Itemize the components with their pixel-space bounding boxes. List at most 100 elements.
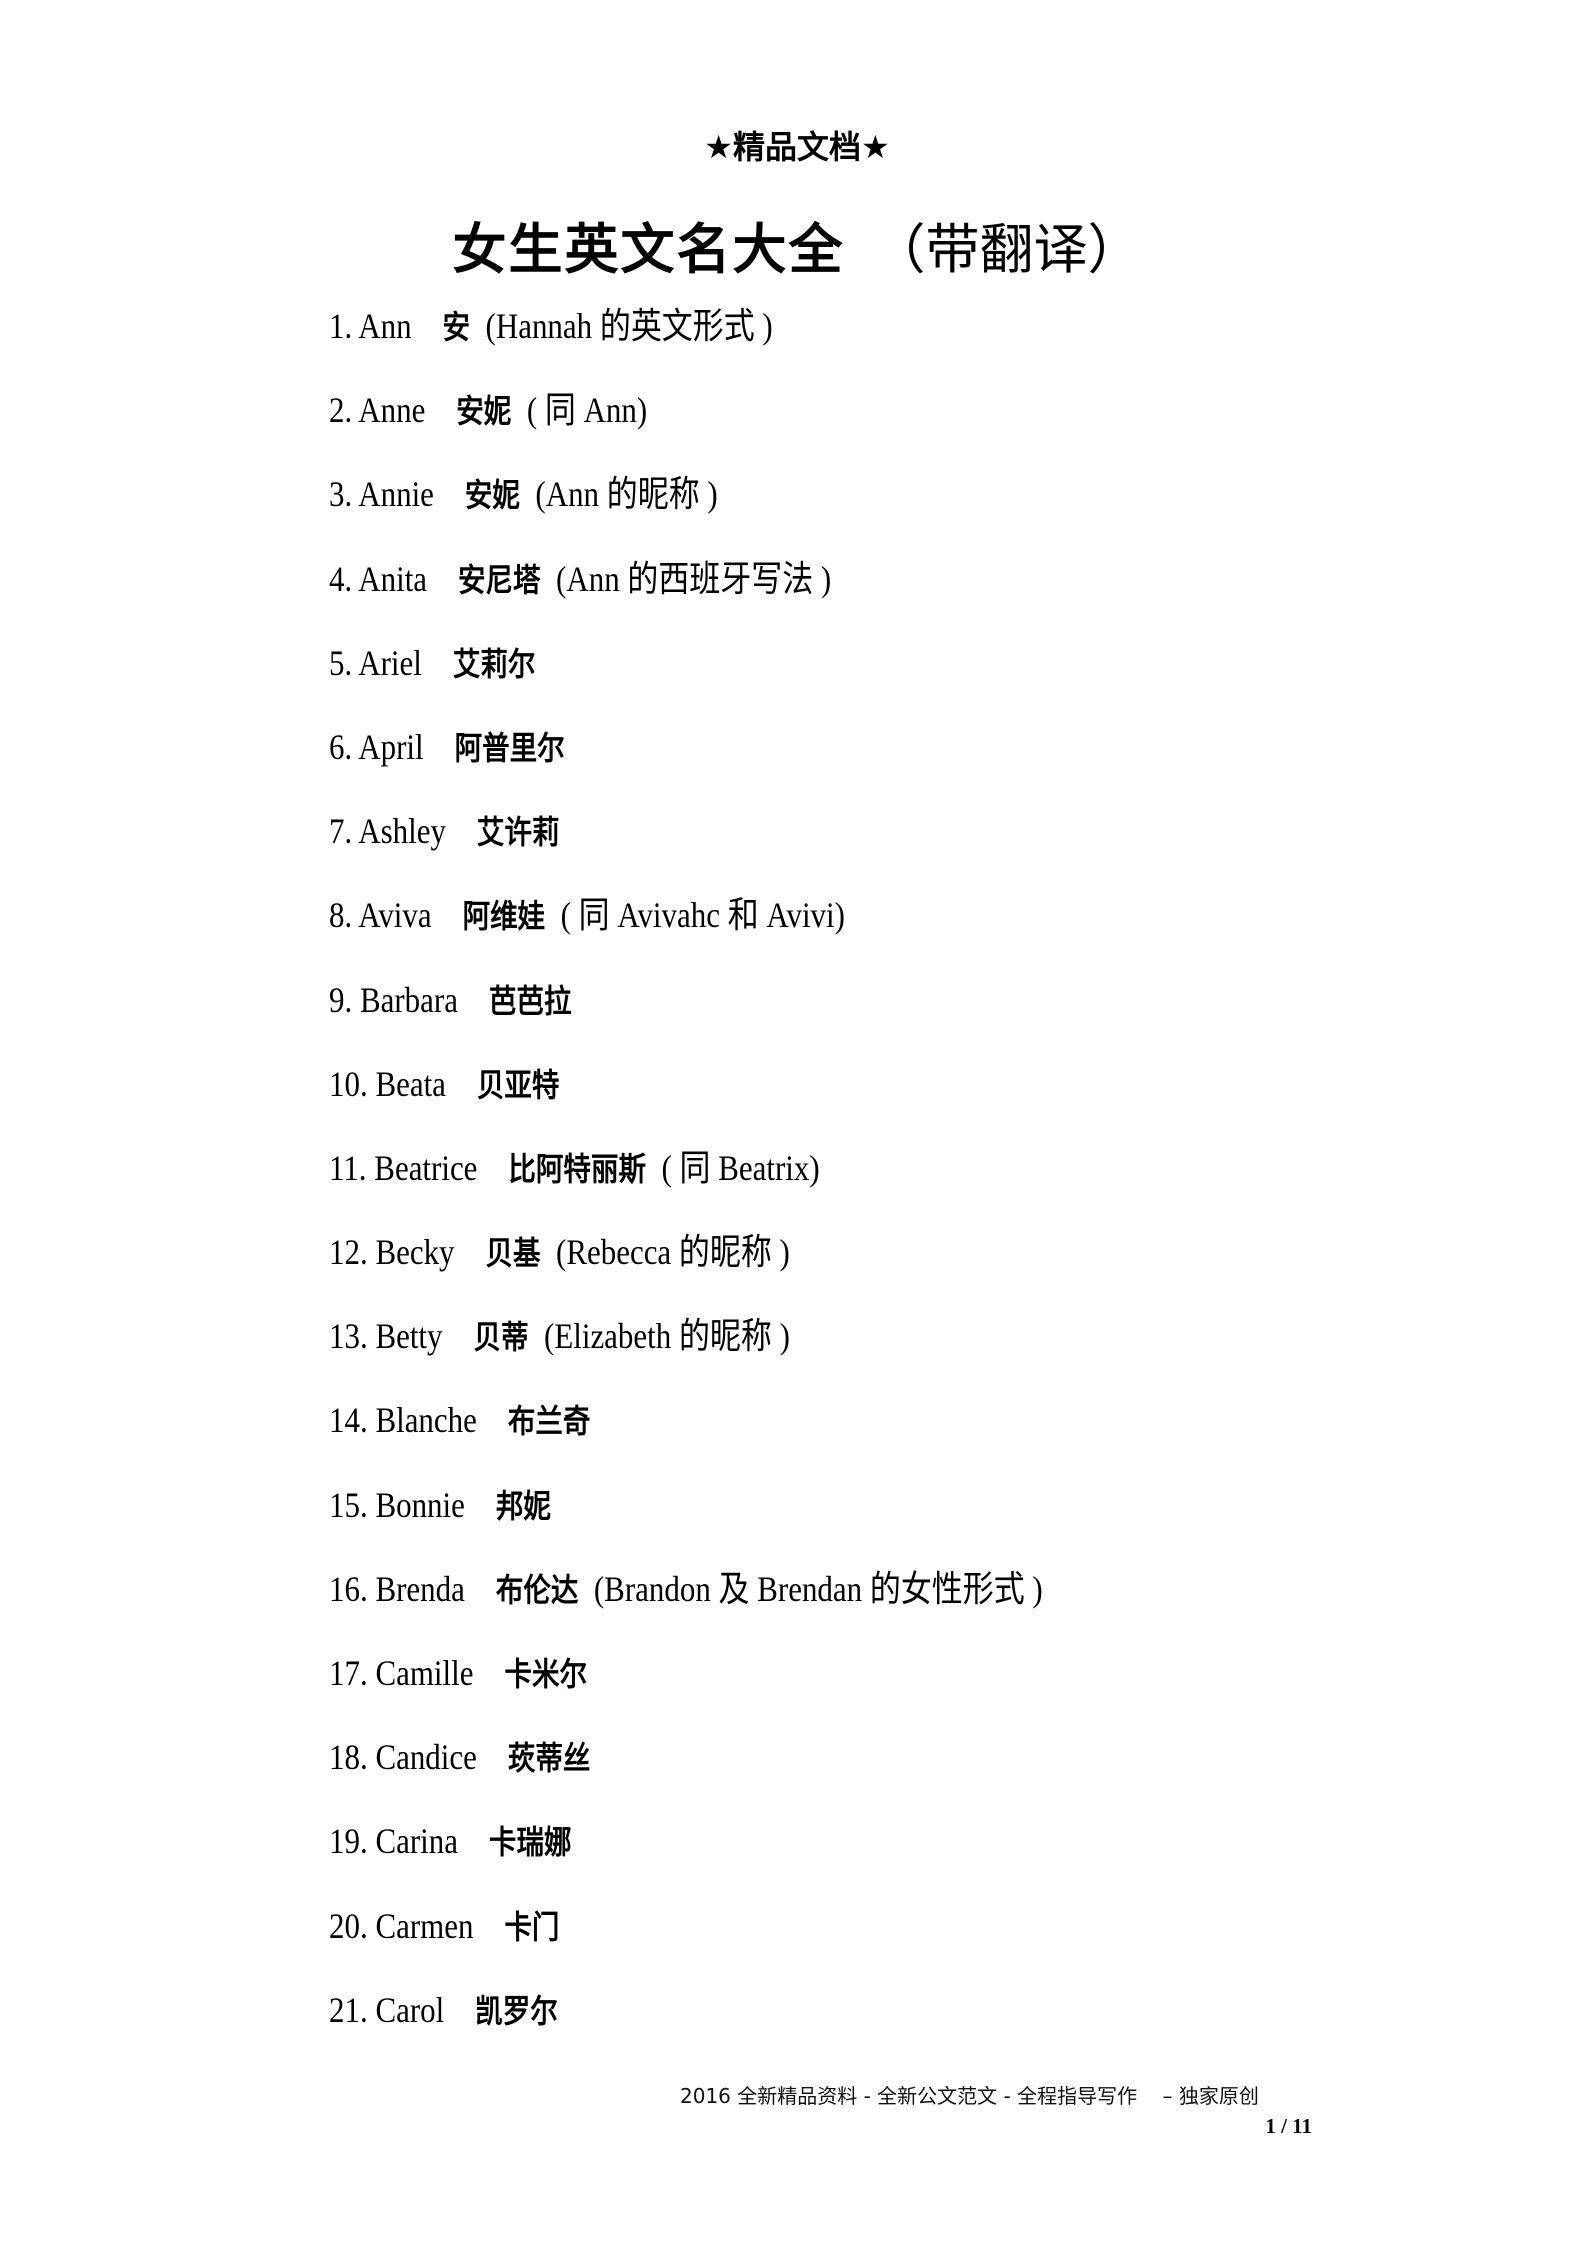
list-item: 17. Camille 卡米尔	[329, 1647, 1043, 1731]
list-item: 18. Candice 莰蒂丝	[329, 1731, 1043, 1815]
english-name: Ann	[358, 306, 412, 346]
list-item: 11. Beatrice 比阿特丽斯 ( 同 Beatrix)	[329, 1142, 1043, 1226]
item-number: 7.	[329, 811, 353, 852]
name-note: ( 同 Ann)	[526, 390, 648, 431]
chinese-name: 布伦达	[495, 1570, 579, 1609]
chinese-name: 凯罗尔	[475, 1991, 558, 2030]
chinese-name: 布兰奇	[507, 1402, 591, 1441]
name-note: (Elizabeth 的昵称 )	[544, 1316, 790, 1357]
item-number: 3.	[329, 474, 353, 515]
english-name: Anita	[358, 558, 428, 599]
english-name: Carmen	[375, 1905, 474, 1946]
title-main: 女生英文名大全	[452, 218, 845, 281]
chinese-name: 阿维娃	[462, 897, 546, 936]
name-note: ( 同 Beatrix)	[661, 1147, 820, 1188]
page-title: 女生英文名大全 （带翻译）	[0, 205, 1594, 284]
chinese-name: 贝蒂	[473, 1318, 529, 1357]
list-item: 14. Blanche 布兰奇	[329, 1394, 1043, 1478]
list-item: 3. Annie 安妮 (Ann 的昵称 )	[329, 468, 1043, 552]
list-item: 5. Ariel 艾莉尔	[329, 637, 1043, 721]
list-item: 8. Aviva 阿维娃 ( 同 Avivahc 和 Avivi)	[329, 889, 1043, 973]
item-number: 2.	[329, 390, 353, 431]
english-name: Annie	[358, 474, 434, 515]
item-number: 13.	[329, 1316, 368, 1357]
english-name: Anne	[358, 390, 426, 431]
list-item: 21. Carol 凯罗尔	[329, 1984, 1043, 2068]
english-name: Betty	[375, 1316, 443, 1357]
english-name: April	[358, 726, 424, 767]
item-number: 5.	[329, 642, 353, 683]
item-number: 4.	[329, 558, 353, 599]
item-number: 9.	[329, 979, 353, 1020]
item-number: 18.	[329, 1737, 368, 1778]
name-note: (Rebecca 的昵称 )	[556, 1232, 790, 1273]
page-number: 1 / 11	[1265, 2114, 1312, 2138]
english-name: Ashley	[358, 811, 446, 852]
chinese-name: 安尼塔	[458, 560, 541, 599]
list-item: 9. Barbara 芭芭拉	[329, 974, 1043, 1058]
item-number: 12.	[329, 1232, 368, 1273]
name-note: ( 同 Avivahc 和 Avivi)	[560, 895, 845, 936]
english-name: Beata	[375, 1063, 446, 1104]
list-item: 13. Betty 贝蒂 (Elizabeth 的昵称 )	[329, 1310, 1043, 1394]
chinese-name: 莰蒂丝	[507, 1739, 591, 1778]
english-name: Aviva	[358, 895, 432, 936]
chinese-name: 邦妮	[495, 1486, 551, 1525]
item-number: 16.	[329, 1568, 368, 1609]
list-item: 4. Anita 安尼塔 (Ann 的西班牙写法 )	[329, 553, 1043, 637]
item-number: 1.	[329, 306, 353, 346]
english-name: Camille	[375, 1653, 474, 1693]
list-item: 6. April 阿普里尔	[329, 721, 1043, 805]
chinese-name: 艾莉尔	[452, 644, 536, 683]
chinese-name: 艾许莉	[476, 813, 560, 852]
name-note: (Ann 的昵称 )	[535, 474, 718, 515]
english-name: Becky	[375, 1232, 455, 1273]
name-note: (Ann 的西班牙写法 )	[556, 558, 832, 599]
chinese-name: 贝亚特	[476, 1065, 560, 1104]
name-note: (Brandon 及 Brendan 的女性形式 )	[593, 1568, 1043, 1609]
item-number: 17.	[329, 1653, 368, 1693]
english-name: Brenda	[375, 1568, 465, 1609]
list-item: 12. Becky 贝基 (Rebecca 的昵称 )	[329, 1226, 1043, 1310]
english-name: Barbara	[359, 979, 458, 1020]
item-number: 6.	[329, 726, 353, 767]
item-number: 11.	[329, 1147, 367, 1188]
footer-text: 2016 全新精品资料 - 全新公文范文 - 全程指导写作 – 独家原创	[680, 2084, 1259, 2108]
item-number: 19.	[329, 1821, 368, 1862]
english-name: Candice	[375, 1737, 477, 1778]
english-name: Ariel	[358, 642, 422, 683]
chinese-name: 安妮	[456, 392, 512, 431]
english-name: Bonnie	[375, 1484, 465, 1525]
chinese-name: 卡门	[504, 1907, 560, 1946]
chinese-name: 安	[442, 308, 471, 346]
chinese-name: 安妮	[464, 476, 520, 515]
item-number: 10.	[329, 1063, 368, 1104]
list-item: 1. Ann 安 (Hannah 的英文形式 )	[329, 300, 1043, 384]
chinese-name: 芭芭拉	[488, 981, 572, 1020]
list-item: 2. Anne 安妮 ( 同 Ann)	[329, 384, 1043, 468]
chinese-name: 卡米尔	[504, 1655, 587, 1693]
list-item: 7. Ashley 艾许莉	[329, 805, 1043, 889]
chinese-name: 卡瑞娜	[488, 1823, 572, 1862]
list-item: 16. Brenda 布伦达 (Brandon 及 Brendan 的女性形式 …	[329, 1563, 1043, 1647]
list-item: 19. Carina 卡瑞娜	[329, 1815, 1043, 1899]
item-number: 14.	[329, 1400, 368, 1441]
list-item: 10. Beata 贝亚特	[329, 1058, 1043, 1142]
chinese-name: 比阿特丽斯	[508, 1149, 647, 1188]
english-name: Carol	[375, 1989, 445, 2030]
list-item: 20. Carmen 卡门	[329, 1900, 1043, 1984]
document-header: ★精品文档★	[704, 128, 890, 166]
item-number: 15.	[329, 1484, 368, 1525]
chinese-name: 贝基	[485, 1234, 541, 1273]
name-list: 1. Ann 安 (Hannah 的英文形式 ) 2. Anne 安妮 ( 同 A…	[329, 300, 1159, 2068]
english-name: Blanche	[375, 1400, 477, 1441]
chinese-name: 阿普里尔	[454, 728, 565, 767]
item-number: 21.	[329, 1989, 368, 2030]
english-name: Carina	[375, 1821, 458, 1862]
title-subtitle: （带翻译）	[871, 218, 1142, 281]
name-note: (Hannah 的英文形式 )	[485, 306, 773, 346]
english-name: Beatrice	[374, 1147, 478, 1188]
list-item: 15. Bonnie 邦妮	[329, 1479, 1043, 1563]
item-number: 8.	[329, 895, 353, 936]
item-number: 20.	[329, 1905, 368, 1946]
